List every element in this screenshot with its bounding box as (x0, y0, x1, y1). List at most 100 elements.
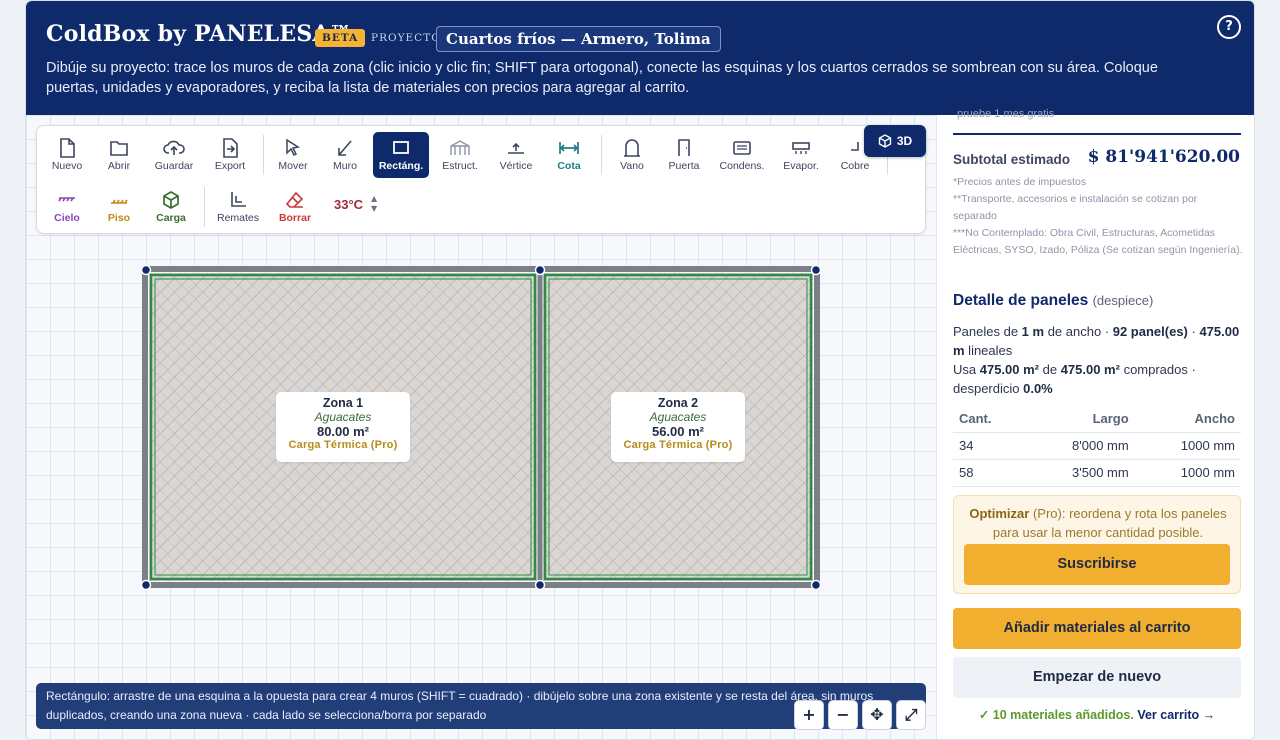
toolbar-separator (601, 135, 602, 175)
header: ColdBox by PANELESA™ BETA PROYECTO Cuart… (26, 1, 1254, 115)
trim-icon (231, 192, 246, 207)
optimize-box: Optimizar (Pro): reordena y rota los pan… (953, 495, 1241, 594)
tool-rectangulo[interactable]: Rectáng. (373, 132, 429, 178)
panel-summary: Paneles de 1 m de ancho · 92 panel(es) ·… (953, 324, 1240, 358)
export-icon (223, 138, 238, 158)
tool-nuevo[interactable]: Nuevo (39, 132, 95, 178)
tool-abrir[interactable]: Abrir (91, 132, 147, 178)
tool-vertice[interactable]: Vértice (488, 132, 544, 178)
tool-evaporador[interactable]: Evapor. (773, 132, 829, 178)
zoom-out-button[interactable]: − (828, 700, 858, 730)
tool-piso[interactable]: Piso (91, 184, 147, 230)
fit-view-button[interactable]: ⤢ (896, 700, 926, 730)
zone-2-card[interactable]: Zona 2 Aguacates 56.00 m² Carga Térmica … (611, 392, 745, 462)
table-row: 34 8'000 mm 1000 mm (953, 432, 1241, 460)
cloud-upload-icon (163, 140, 185, 155)
tool-remates[interactable]: Remates (210, 184, 266, 230)
panel-detail-title: Detalle de paneles (despiece) (953, 292, 1154, 309)
view-3d-button[interactable]: 3D (864, 125, 926, 157)
toolbar: Nuevo Abrir Guardar Export Mover Muro Re… (36, 125, 926, 234)
status-hint: Rectángulo: arrastre de una esquina a la… (36, 683, 926, 729)
eraser-icon (285, 191, 304, 208)
subtotal-value: $ 81'941'620.00 (1087, 147, 1240, 167)
temperature-value[interactable]: 33°C (334, 197, 363, 212)
drawing-canvas[interactable]: Zona 1 Aguacates 80.00 m² Carga Térmica … (26, 115, 936, 739)
transport-note: **Transporte, accesorios e instalación s… (953, 193, 1198, 222)
app-window: ColdBox by PANELESA™ BETA PROYECTO Cuart… (25, 0, 1255, 740)
cube-icon (878, 134, 892, 148)
tool-estructura[interactable]: Estruct. (432, 132, 488, 178)
tool-muro[interactable]: Muro (317, 132, 373, 178)
column-header: Ancho (1134, 405, 1241, 433)
panel-table: Cant. Largo Ancho 34 8'000 mm 1000 mm 58… (953, 405, 1241, 487)
column-header: Largo (1024, 405, 1135, 433)
help-icon[interactable]: ? (1217, 15, 1241, 39)
zone-area: 56.00 m² (651, 424, 705, 439)
table-row: 58 3'500 mm 1000 mm (953, 459, 1241, 487)
vertex-icon (508, 142, 524, 154)
tool-mover[interactable]: Mover (265, 132, 321, 178)
dimension-icon (559, 142, 579, 154)
condenser-icon (733, 141, 751, 155)
rectangle-icon (393, 141, 409, 154)
structure-icon (450, 140, 470, 155)
tool-cielo[interactable]: Cielo (39, 184, 95, 230)
not-included-note: ***No Contemplado: Obra Civil, Estructur… (953, 227, 1243, 256)
tool-carga[interactable]: Carga (143, 184, 199, 230)
project-label: PROYECTO (371, 32, 441, 44)
tool-export[interactable]: Export (202, 132, 258, 178)
zone-1-card[interactable]: Zona 1 Aguacates 80.00 m² Carga Térmica … (276, 392, 410, 462)
project-name-field[interactable]: Cuartos fríos — Armero, Tolima (436, 26, 721, 52)
folder-icon (110, 141, 128, 156)
thermal-load-link[interactable]: Carga Térmica (Pro) (611, 439, 745, 451)
vertex-handle[interactable] (140, 579, 152, 591)
panel-usage: Usa 475.00 m² de 475.00 m² comprados · d… (953, 362, 1196, 396)
vertex-handle[interactable] (140, 264, 152, 276)
zone-product: Aguacates (649, 410, 707, 424)
wall-line-icon (338, 140, 352, 156)
tool-borrar[interactable]: Borrar (267, 184, 323, 230)
pan-button[interactable]: ✥ (862, 700, 892, 730)
copper-pipe-icon (851, 142, 859, 151)
cursor-icon (286, 138, 300, 157)
tool-guardar[interactable]: Guardar (146, 132, 202, 178)
optimize-text: Optimizar (Pro): reordena y rota los pan… (969, 506, 1227, 540)
column-header: Cant. (953, 405, 1025, 433)
cargo-box-icon (163, 191, 179, 209)
toolbar-separator (204, 187, 205, 227)
zone-area: 80.00 m² (316, 424, 370, 439)
divider (953, 133, 1241, 135)
added-confirmation: ✓ 10 materiales añadidos. Ver carrito → (978, 708, 1216, 722)
zone-name: Zona 1 (322, 396, 364, 410)
subscribe-button[interactable]: Suscribirse (964, 544, 1230, 585)
add-to-cart-button[interactable]: Añadir materiales al carrito (953, 608, 1241, 649)
ceiling-icon (58, 197, 75, 202)
sidebar: pruebe 1 mes gratis Subtotal estimado $ … (936, 108, 1254, 739)
vertex-handle[interactable] (534, 264, 546, 276)
zone-name: Zona 2 (657, 396, 699, 410)
file-icon (60, 138, 75, 158)
price-note: *Precios antes de impuestos (953, 176, 1087, 188)
instructions-text: Dibúje su proyecto: trace los muros de c… (46, 60, 1158, 96)
vertex-handle[interactable] (810, 579, 822, 591)
tool-vano[interactable]: Vano (604, 132, 660, 178)
temperature-stepper[interactable]: ▲ ▼ (371, 194, 377, 214)
floor-icon (111, 199, 128, 204)
opening-icon (624, 139, 640, 157)
door-icon (678, 139, 690, 156)
vertex-handle[interactable] (810, 264, 822, 276)
subtotal-label: Subtotal estimado (953, 152, 1071, 167)
view-cart-link[interactable]: Ver carrito → (1137, 708, 1215, 722)
zoom-in-button[interactable]: + (794, 700, 824, 730)
tool-condensadora[interactable]: Condens. (714, 132, 770, 178)
trial-text: pruebe 1 mes gratis (957, 108, 1055, 120)
vertex-handle[interactable] (534, 579, 546, 591)
app-title: ColdBox by PANELESA™ (46, 21, 352, 47)
toolbar-separator (263, 135, 264, 175)
thermal-load-link[interactable]: Carga Térmica (Pro) (276, 439, 410, 451)
start-over-button[interactable]: Empezar de nuevo (953, 657, 1241, 698)
tool-cota[interactable]: Cota (541, 132, 597, 178)
tool-puerta[interactable]: Puerta (656, 132, 712, 178)
beta-badge: BETA (315, 29, 366, 47)
evaporator-icon (792, 142, 810, 154)
